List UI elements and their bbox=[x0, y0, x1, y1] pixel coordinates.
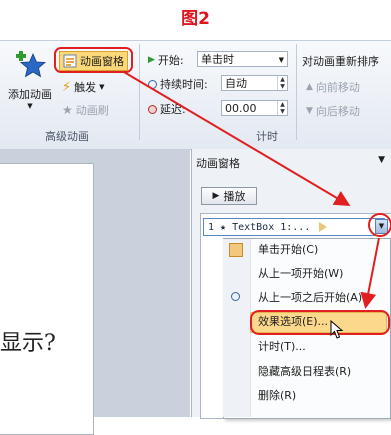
trigger-label: 触发 bbox=[74, 81, 97, 94]
add-animation-label: 添加动画 bbox=[8, 88, 52, 101]
play-icon: ▶ bbox=[212, 191, 220, 201]
menu-item-with-previous[interactable]: 从上一项开始(W) bbox=[258, 264, 343, 284]
animation-pane-header: 动画窗格 ▼ bbox=[191, 152, 391, 172]
menu-item-on-click[interactable]: 单击开始(C) bbox=[258, 240, 318, 260]
animation-painter-button[interactable]: ★ 动画刷 bbox=[62, 101, 109, 119]
move-later-button[interactable]: ▼ 向后移动 bbox=[306, 102, 360, 120]
delay-label: 延迟: bbox=[160, 103, 186, 116]
effect-options-highlight bbox=[250, 310, 390, 335]
timeline-marker-icon bbox=[319, 222, 328, 232]
reorder-label: 对动画重新排序 bbox=[302, 55, 379, 68]
mouse-click-icon bbox=[229, 243, 243, 257]
trigger-button[interactable]: ⚡ 触发 ▼ bbox=[62, 78, 105, 96]
timing-group-label: 计时 bbox=[256, 130, 278, 143]
animation-painter-label: 动画刷 bbox=[75, 104, 109, 117]
dropdown-arrow-icon: ▼ bbox=[27, 102, 33, 110]
play-button[interactable]: ▶ 播放 bbox=[201, 187, 257, 205]
animation-list-item[interactable]: 1 ★ TextBox 1:... bbox=[203, 218, 385, 236]
delay-spinner[interactable]: 00.00 ▲ ▼ bbox=[221, 100, 288, 116]
move-earlier-label: 向前移动 bbox=[315, 81, 360, 94]
spinner-arrows-icon[interactable]: ▲ ▼ bbox=[277, 101, 287, 115]
up-arrow-icon: ▲ bbox=[306, 82, 313, 92]
animation-pane-icon bbox=[63, 54, 77, 68]
advanced-animation-group-label: 高级动画 bbox=[45, 130, 89, 143]
animation-pane-button[interactable]: 动画窗格 bbox=[59, 51, 128, 71]
duration-label-row: 持续时间: bbox=[148, 75, 208, 93]
delay-label-row: 延迟: bbox=[148, 100, 186, 118]
duration-spinner[interactable]: 自动 ▲ ▼ bbox=[221, 75, 288, 91]
delay-value: 00.00 bbox=[225, 102, 257, 115]
slide-canvas[interactable] bbox=[0, 163, 94, 435]
add-animation-star-icon bbox=[16, 51, 47, 78]
down-arrow-icon: ▼ bbox=[306, 106, 313, 116]
stopwatch-icon bbox=[148, 104, 157, 114]
move-later-label: 向后移动 bbox=[315, 105, 360, 118]
clock-icon bbox=[231, 292, 240, 301]
group-separator bbox=[139, 44, 140, 140]
play-icon: ▶ bbox=[148, 55, 155, 65]
start-dropdown[interactable]: 单击时 ▼ bbox=[197, 51, 288, 67]
painter-icon: ★ bbox=[62, 103, 73, 117]
animation-pane-label: 动画窗格 bbox=[80, 55, 124, 68]
add-animation-button[interactable]: 添加动画 ▼ bbox=[4, 48, 56, 118]
group-separator bbox=[296, 44, 297, 140]
animation-pane-title: 动画窗格 bbox=[196, 157, 240, 170]
start-label: 开始: bbox=[157, 54, 184, 67]
mouse-cursor-icon bbox=[330, 320, 344, 339]
menu-item-hide-timeline[interactable]: 隐藏高级日程表(R) bbox=[258, 362, 351, 382]
move-earlier-button[interactable]: ▲ 向前移动 bbox=[306, 78, 360, 96]
dropdown-arrow-icon: ▼ bbox=[278, 56, 284, 64]
duration-value: 自动 bbox=[225, 77, 247, 90]
spinner-arrows-icon[interactable]: ▲ ▼ bbox=[277, 76, 287, 90]
start-label-row: ▶ 开始: bbox=[148, 51, 184, 69]
slide-text: 显示? bbox=[0, 331, 56, 356]
play-label: 播放 bbox=[223, 190, 246, 203]
duration-label: 持续时间: bbox=[160, 78, 208, 91]
dropdown-highlight-circle bbox=[368, 213, 391, 237]
pane-menu-arrow-icon[interactable]: ▼ bbox=[378, 155, 385, 165]
menu-item-remove[interactable]: 删除(R) bbox=[258, 386, 296, 406]
figure-title: 图2 bbox=[181, 9, 210, 29]
lightning-icon: ⚡ bbox=[62, 79, 72, 95]
menu-item-after-previous[interactable]: 从上一项之后开始(A) bbox=[258, 288, 362, 308]
start-value: 单击时 bbox=[201, 53, 234, 66]
clock-icon bbox=[148, 79, 157, 89]
menu-icon-gutter bbox=[223, 239, 251, 417]
menu-item-timing[interactable]: 计时(T)... bbox=[258, 337, 306, 357]
dropdown-arrow-icon: ▼ bbox=[99, 83, 105, 91]
animation-item-text: 1 ★ TextBox 1:... bbox=[208, 221, 311, 233]
